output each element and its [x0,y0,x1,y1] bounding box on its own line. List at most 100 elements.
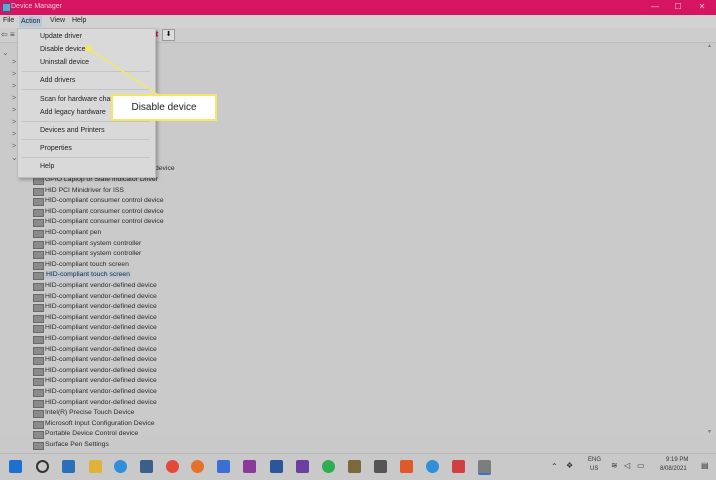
hid-device-icon [33,378,44,387]
wifi-icon[interactable]: ≋ [611,461,618,470]
window-title: Device Manager [11,3,62,10]
scroll-up-icon[interactable]: ▲ [707,43,712,49]
clock-date[interactable]: 8/08/2021 [660,466,687,472]
tree-expander[interactable]: > [12,83,16,90]
volume-icon[interactable]: ◁ [624,461,630,470]
taskbar: ⌃ ❖ ENG US ≋ ◁ ▭ 9:19 PM 8/08/2021 ▤ [0,453,716,480]
callout-label: Disable device [111,94,217,121]
device-label: HID-compliant consumer control device [45,197,164,205]
tree-expander[interactable]: > [12,95,16,102]
menu-bar: File Action View Help [0,15,716,28]
device-label: HID-compliant vendor-defined device [45,388,157,395]
back-icon[interactable]: ⇦ [1,30,8,39]
tree-expander[interactable]: > [12,59,16,66]
start-icon[interactable] [9,460,22,473]
chevron-down-icon[interactable]: ⌄ [2,48,9,57]
menu-item-add-legacy-hardware[interactable]: Add legacy hardware [40,109,106,116]
vertical-scrollbar[interactable]: ▲ ▼ [707,43,713,437]
app-icon-2[interactable] [452,460,465,473]
menu-separator [22,71,150,72]
menu-file[interactable]: File [3,17,14,24]
menu-item-update-driver[interactable]: Update driver [40,33,82,40]
menu-separator [22,157,150,158]
chrome-icon[interactable] [166,460,179,473]
battery-icon[interactable]: ▭ [637,461,645,470]
update-driver-icon[interactable]: ⬇ [162,29,175,41]
device-label: HID-compliant pen [45,229,102,236]
device-label: HID-compliant vendor-defined device [45,292,157,300]
forward-icon[interactable]: ≡ [10,30,15,39]
device-label: HID-compliant vendor-defined device [45,377,157,385]
minimize-button[interactable]: — [648,2,662,11]
hid-device-icon [33,177,44,185]
hid-device-icon [33,283,44,291]
menu-item-uninstall-device[interactable]: Uninstall device [40,59,89,66]
language-top[interactable]: ENG [588,457,601,463]
device-label: HID-compliant touch screen [45,260,129,268]
chevron-up-icon[interactable]: ⌃ [551,462,558,471]
device-label: HID-compliant vendor-defined device [45,303,157,311]
menu-separator [22,139,150,140]
hid-device-icon [33,293,44,302]
hid-device-icon [33,442,44,450]
todo-icon[interactable] [217,460,230,473]
menu-item-properties[interactable]: Properties [40,145,72,152]
app-icon[interactable] [374,460,387,473]
device-label: HID-compliant vendor-defined device [45,356,157,364]
dropbox-icon[interactable]: ❖ [566,461,573,470]
hid-device-icon [33,314,44,323]
language-bottom[interactable]: US [590,466,598,472]
menu-item-add-drivers[interactable]: Add drivers [40,77,75,84]
tree-expander[interactable]: > [12,107,16,114]
edge-icon[interactable] [114,460,127,473]
tree-expander[interactable]: > [12,119,16,126]
device-label: HID PCI Minidriver for ISS [45,186,124,194]
menu-help[interactable]: Help [72,17,86,24]
telegram-icon[interactable] [426,460,439,473]
hid-device-icon [33,431,44,440]
hid-device-icon [33,272,44,281]
hid-device-icon [33,367,44,376]
menu-view[interactable]: View [50,17,65,24]
menu-separator [22,89,150,90]
spotify-icon[interactable] [322,460,335,473]
hid-device-icon [33,346,44,355]
brave-icon[interactable] [400,460,413,473]
hid-device-icon [33,389,44,397]
clock-time[interactable]: 9:19 PM [666,457,688,463]
file-explorer-icon[interactable] [89,460,102,473]
device-label: HID-compliant consumer control device [45,207,164,215]
scroll-down-icon[interactable]: ▼ [707,429,712,435]
notification-icon[interactable]: ▤ [701,461,709,470]
device-manager-taskbar-icon[interactable] [478,460,491,475]
hid-device-icon [33,304,44,313]
maximize-button[interactable]: ☐ [671,2,685,11]
menu-item-devices-printers[interactable]: Devices and Printers [40,127,105,134]
device-label-partial: device [155,165,175,172]
search-icon[interactable] [36,460,49,473]
word-icon[interactable] [270,460,283,473]
store-icon[interactable] [140,460,153,473]
device-label: HID-compliant vendor-defined device [45,324,157,332]
tree-expander[interactable]: > [12,131,16,138]
onenote-icon[interactable] [243,460,256,473]
hid-device-icon [33,251,44,260]
hid-device-icon [33,240,44,249]
menu-item-help[interactable]: Help [40,163,54,170]
device-label: HID-compliant vendor-defined device [45,345,157,353]
device-label: HID-compliant vendor-defined device [45,366,157,374]
menu-item-disable-device[interactable]: Disable device [40,46,86,53]
device-label: HID-compliant vendor-defined device [45,313,157,321]
photos-icon[interactable] [348,460,361,473]
hid-device-icon [33,219,44,228]
task-view-icon[interactable] [62,460,75,473]
device-label: Portable Device Control device [45,430,139,438]
hid-device-icon [33,261,44,270]
tree-expander[interactable]: > [12,71,16,78]
close-button[interactable]: ✕ [695,2,709,11]
firefox-icon[interactable] [191,460,204,473]
hid-device-icon [33,230,44,238]
tree-expander[interactable]: > [12,143,16,150]
menu-action[interactable]: Action [19,16,43,27]
teams-icon[interactable] [296,460,309,473]
